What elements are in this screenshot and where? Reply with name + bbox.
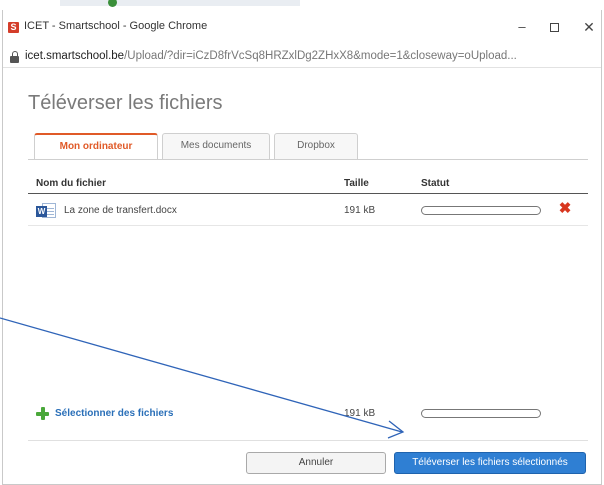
background-bar — [60, 0, 300, 6]
tab-my-documents[interactable]: Mes documents — [162, 133, 270, 159]
total-size: 191 kB — [344, 408, 376, 419]
select-files-label: Sélectionner des fichiers — [55, 408, 174, 419]
tabs-divider — [28, 159, 588, 160]
file-progress-bar — [421, 206, 541, 215]
file-name: La zone de transfert.docx — [64, 205, 177, 216]
address-bar[interactable]: icet.smartschool.be/Upload/?dir=iCzD8frV… — [3, 46, 601, 68]
url-text[interactable]: icet.smartschool.be/Upload/?dir=iCzD8frV… — [25, 50, 595, 62]
column-header-status: Statut — [421, 178, 450, 189]
minimize-button[interactable]: – — [511, 18, 533, 36]
page-title: Téléverser les fichiers — [28, 92, 223, 114]
smartschool-favicon-icon: S — [8, 22, 19, 33]
maximize-icon — [549, 23, 559, 33]
table-row: W La zone de transfert.docx 191 kB ✖ — [28, 196, 588, 226]
url-path: /Upload/?dir=iCzD8frVcSq8HRZxlDg2ZHxX8&m… — [124, 50, 517, 62]
file-table-header: Nom du fichier Taille Statut — [28, 174, 588, 194]
upload-selected-button[interactable]: Téléverser les fichiers sélectionnés — [394, 452, 586, 474]
word-document-icon: W — [36, 203, 56, 218]
cancel-button[interactable]: Annuler — [246, 452, 386, 474]
maximize-button[interactable] — [543, 18, 565, 36]
plus-icon — [36, 407, 49, 420]
title-bar[interactable]: S ICET - Smartschool - Google Chrome – ✕ — [3, 10, 601, 46]
background-page-strip — [0, 0, 604, 10]
total-progress-bar — [421, 409, 541, 418]
tab-dropbox[interactable]: Dropbox — [274, 133, 358, 159]
footer-divider — [28, 440, 588, 441]
column-header-name: Nom du fichier — [36, 178, 107, 189]
tab-my-computer[interactable]: Mon ordinateur — [34, 133, 158, 160]
close-window-button[interactable]: ✕ — [578, 18, 600, 36]
column-header-size: Taille — [344, 178, 369, 189]
lock-icon — [10, 51, 19, 63]
url-host: icet.smartschool.be — [25, 50, 125, 62]
window-title: ICET - Smartschool - Google Chrome — [24, 20, 208, 32]
remove-file-icon[interactable]: ✖ — [558, 201, 572, 216]
select-files-link[interactable]: Sélectionner des fichiers — [36, 407, 174, 420]
file-size: 191 kB — [344, 205, 376, 216]
